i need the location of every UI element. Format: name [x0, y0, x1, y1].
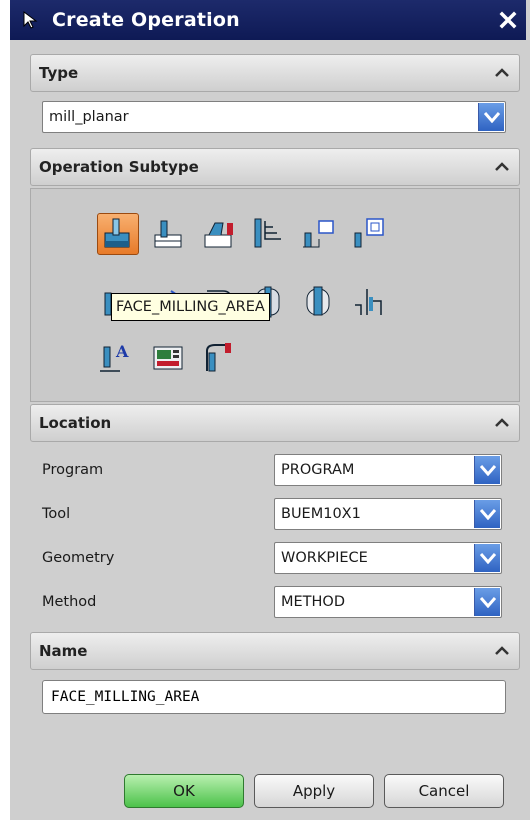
close-icon: [499, 11, 517, 29]
face-milling-area-icon[interactable]: [97, 213, 139, 255]
window-title: Create Operation: [52, 9, 240, 31]
name-section-header[interactable]: Name: [30, 632, 520, 670]
mill-control-icon[interactable]: [147, 337, 189, 379]
face-milling-icon[interactable]: [147, 213, 189, 255]
geometry-row: Geometry WORKPIECE: [42, 542, 506, 574]
geometry-label: Geometry: [42, 550, 115, 566]
type-section-header[interactable]: Type: [30, 54, 520, 92]
tool-row: Tool BUEM10X1: [42, 498, 506, 530]
method-value: METHOD: [281, 594, 346, 610]
tool-label: Tool: [42, 506, 71, 522]
cancel-button[interactable]: Cancel: [384, 774, 504, 808]
dialog-body: Type mill_planar Operation Subtype A FAC…: [30, 50, 520, 722]
chevron-up-icon: [495, 418, 509, 427]
window-edge: [0, 0, 10, 820]
geometry-value: WORKPIECE: [281, 550, 368, 566]
dropdown-arrow-icon[interactable]: [474, 456, 500, 484]
chevron-up-icon: [495, 68, 509, 77]
program-dropdown[interactable]: PROGRAM: [274, 454, 502, 486]
planar-text-icon[interactable]: A: [97, 337, 139, 379]
subtype-section-label: Operation Subtype: [39, 158, 199, 176]
cancel-label: Cancel: [418, 782, 470, 800]
location-section-body: Program PROGRAM Tool BUEM10X1 Geometry W…: [30, 442, 520, 630]
dropdown-arrow-icon[interactable]: [474, 500, 500, 528]
location-section-label: Location: [39, 414, 112, 432]
type-section-body: mill_planar: [30, 92, 520, 142]
method-row: Method METHOD: [42, 586, 506, 618]
type-dropdown[interactable]: mill_planar: [42, 101, 506, 133]
geometry-dropdown[interactable]: WORKPIECE: [274, 542, 502, 574]
tool-dropdown[interactable]: BUEM10X1: [274, 498, 502, 530]
planar-profile-icon[interactable]: [297, 213, 339, 255]
planar-mill-icon[interactable]: [247, 213, 289, 255]
close-button[interactable]: [496, 8, 520, 32]
mill-user-icon[interactable]: [197, 337, 239, 379]
apply-label: Apply: [292, 782, 336, 800]
boss-milling-icon[interactable]: [297, 281, 339, 323]
program-label: Program: [42, 462, 104, 478]
method-dropdown[interactable]: METHOD: [274, 586, 502, 618]
face-milling-manual-icon[interactable]: [197, 213, 239, 255]
groove-milling-icon[interactable]: [347, 281, 389, 323]
ok-button[interactable]: OK: [124, 774, 244, 808]
dropdown-arrow-icon[interactable]: [474, 544, 500, 572]
location-section-header[interactable]: Location: [30, 404, 520, 442]
program-value: PROGRAM: [281, 462, 355, 478]
svg-text:A: A: [115, 342, 129, 361]
chevron-up-icon: [495, 162, 509, 171]
subtype-section-header[interactable]: Operation Subtype: [30, 148, 520, 186]
arrow-cursor-icon: [23, 11, 38, 29]
cleanup-corners-icon[interactable]: [347, 213, 389, 255]
type-section-label: Type: [39, 64, 79, 82]
type-dropdown-value: mill_planar: [49, 109, 129, 125]
subtype-icon-grid: A FACE_MILLING_AREA: [30, 188, 520, 402]
program-row: Program PROGRAM: [42, 454, 506, 486]
subtype-tooltip: FACE_MILLING_AREA: [111, 293, 270, 321]
ok-label: OK: [173, 782, 195, 800]
dropdown-arrow-icon[interactable]: [478, 103, 504, 131]
name-section-label: Name: [39, 642, 88, 660]
method-label: Method: [42, 594, 97, 610]
name-section-body: [30, 670, 520, 722]
tool-value: BUEM10X1: [281, 506, 361, 522]
apply-button[interactable]: Apply: [254, 774, 374, 808]
chevron-up-icon: [495, 646, 509, 655]
title-bar[interactable]: Create Operation: [10, 0, 526, 40]
dropdown-arrow-icon[interactable]: [474, 588, 500, 616]
name-input[interactable]: [42, 680, 506, 714]
dialog-window: Create Operation Type mill_planar Operat…: [0, 0, 530, 820]
